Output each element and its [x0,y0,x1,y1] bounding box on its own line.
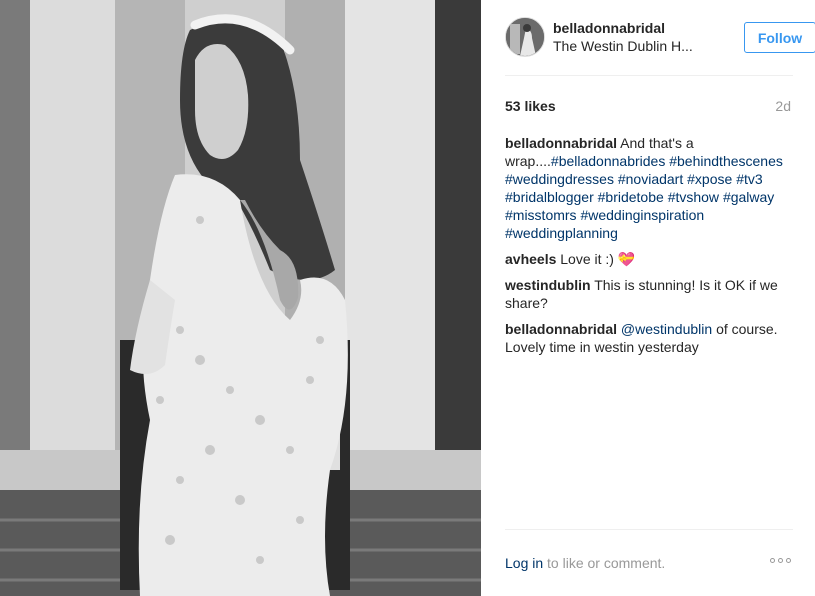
post-username[interactable]: belladonnabridal [553,20,665,36]
comment-username[interactable]: belladonnabridal [505,321,617,337]
post-location[interactable]: The Westin Dublin H... [553,38,693,54]
post-photo[interactable] [0,0,481,596]
post-sidebar: belladonnabridal The Westin Dublin H... … [481,0,815,596]
dot [786,558,791,563]
instagram-post: belladonnabridal The Westin Dublin H... … [0,0,815,596]
login-prompt-text: to like or comment. [547,555,666,571]
mention-link[interactable]: @westindublin [621,321,712,337]
comment-username[interactable]: belladonnabridal [505,135,617,151]
comment: westindublin This is stunning! Is it OK … [505,276,795,312]
hashtag[interactable]: #weddingdresses [505,171,614,187]
hashtag[interactable]: #behindthescenes [669,153,783,169]
hashtag[interactable]: #weddinginspiration [580,207,704,223]
avatar[interactable] [505,17,545,57]
post-header: belladonnabridal The Westin Dublin H... … [505,17,815,59]
header-divider [505,75,793,76]
dot [778,558,783,563]
login-link[interactable]: Log in [505,555,543,571]
hashtag[interactable]: #belladonnabrides [551,153,665,169]
hashtag[interactable]: #noviadart [618,171,683,187]
hashtag[interactable]: #tv3 [736,171,762,187]
hashtag[interactable]: #bridalblogger [505,189,594,205]
avatar-image-icon [506,18,544,56]
likes-count[interactable]: 53 likes [505,98,556,114]
post-age[interactable]: 2d [775,98,791,114]
bride-photo-illustration [0,0,481,596]
more-options-icon[interactable] [770,558,791,563]
comment-username[interactable]: avheels [505,251,556,267]
caption: belladonnabridal And that's a wrap....#b… [505,134,795,242]
comment: belladonnabridal @westindublin of course… [505,320,795,356]
comment: avheels Love it :) 💝 [505,250,795,268]
comments-list: belladonnabridal And that's a wrap....#b… [505,134,795,364]
hashtag[interactable]: #weddingplanning [505,225,618,241]
login-prompt: Log in to like or comment. [505,555,665,571]
dot [770,558,775,563]
hashtag[interactable]: #misstomrs [505,207,577,223]
hashtag[interactable]: #galway [723,189,774,205]
follow-button[interactable]: Follow [744,22,815,53]
hashtag[interactable]: #bridetobe [598,189,664,205]
footer-divider [505,529,793,530]
comment-text: Love it :) 💝 [560,251,636,267]
comment-username[interactable]: westindublin [505,277,591,293]
hashtag[interactable]: #xpose [687,171,732,187]
hashtag[interactable]: #tvshow [668,189,719,205]
